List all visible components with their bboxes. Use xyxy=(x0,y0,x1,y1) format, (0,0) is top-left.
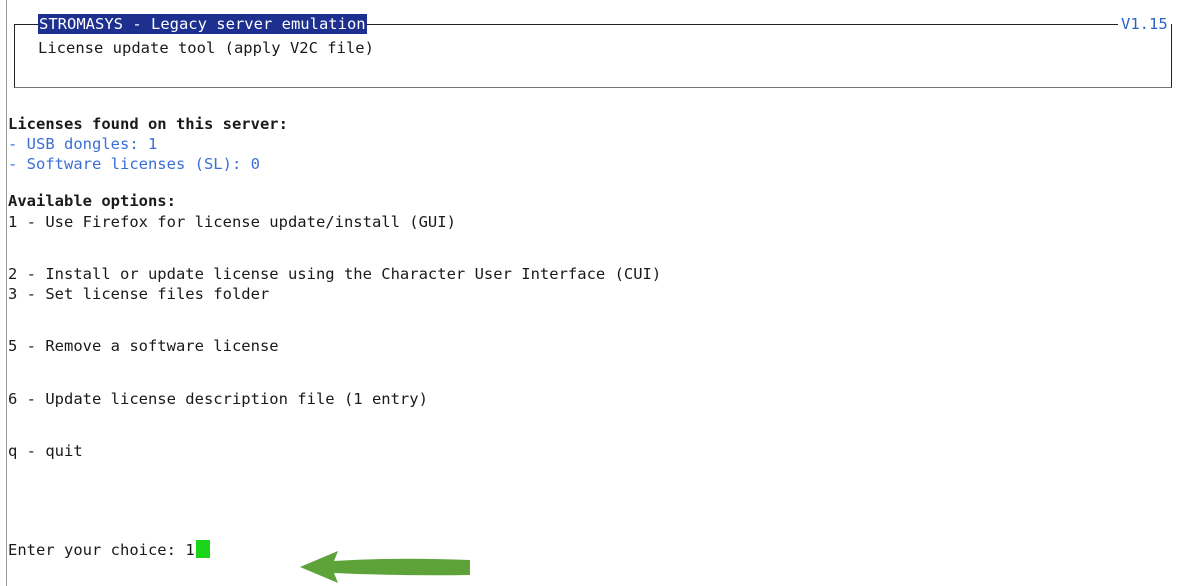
prompt-input-value[interactable]: 1 xyxy=(185,541,194,559)
app-title: STROMASYS - Legacy server emulation xyxy=(38,14,367,34)
license-software: - Software licenses (SL): 0 xyxy=(8,155,260,173)
tool-subtitle: License update tool (apply V2C file) xyxy=(38,39,374,57)
terminal-left-border xyxy=(6,0,7,586)
license-usb-dongles: - USB dongles: 1 xyxy=(8,135,158,153)
options-heading: Available options: xyxy=(8,192,176,210)
option-6-update-description: 6 - Update license description file (1 e… xyxy=(8,390,428,408)
choice-prompt[interactable]: Enter your choice: 1 xyxy=(8,540,210,560)
option-5-remove-license: 5 - Remove a software license xyxy=(8,337,279,355)
prompt-label: Enter your choice: xyxy=(8,541,186,559)
green-arrow-icon xyxy=(300,551,470,583)
option-2-cui: 2 - Install or update license using the … xyxy=(8,265,662,283)
option-q-quit: q - quit xyxy=(8,442,83,460)
option-3-license-folder: 3 - Set license files folder xyxy=(8,285,270,303)
version-label: V1.15 xyxy=(1118,14,1171,34)
option-1-firefox-gui: 1 - Use Firefox for license update/insta… xyxy=(8,213,456,231)
licenses-heading: Licenses found on this server: xyxy=(8,115,288,133)
terminal-cursor xyxy=(195,540,210,558)
